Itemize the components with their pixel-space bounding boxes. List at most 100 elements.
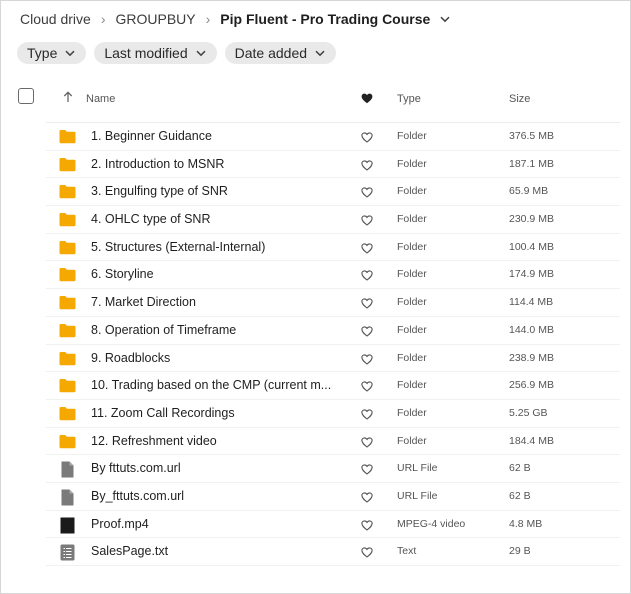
file-name[interactable]: 8. Operation of Timeframe [91,323,236,337]
file-size: 230.9 MB [509,213,554,226]
table-row[interactable]: SalesPage.txt Text 29 B [46,538,620,566]
file-name[interactable]: Proof.mp4 [91,517,149,531]
favorite-heart-icon[interactable] [361,268,373,286]
favorite-heart-icon[interactable] [361,296,373,314]
file-size: 174.9 MB [509,268,554,281]
filter-type-label: Type [27,45,58,61]
file-name[interactable]: By_fttuts.com.url [91,489,184,503]
favorite-heart-icon[interactable] [361,185,373,203]
file-size: 29 B [509,545,531,558]
table-row[interactable]: 6. Storyline Folder 174.9 MB [46,261,620,290]
file-name[interactable]: 5. Structures (External-Internal) [91,240,265,254]
file-type: Folder [397,296,427,309]
folder-icon [59,240,76,255]
table-row[interactable]: 7. Market Direction Folder 114.4 MB [46,289,620,317]
file-icon [59,461,76,478]
file-type: Folder [397,351,427,364]
file-name[interactable]: 4. OHLC type of SNR [91,212,211,226]
chevron-down-icon [65,50,75,56]
table-row[interactable]: 12. Refreshment video Folder 184.4 MB [46,428,620,456]
select-all-checkbox[interactable] [18,88,34,104]
favorite-heart-icon[interactable] [361,158,373,176]
file-type: Folder [397,213,427,226]
favorite-heart-icon[interactable] [361,435,373,453]
file-type: Folder [397,434,427,447]
table-row[interactable]: Proof.mp4 MPEG-4 video 4.8 MB [46,511,620,539]
folder-icon [59,378,76,393]
favorite-heart-icon[interactable] [361,324,373,342]
folder-icon [59,351,76,366]
favorite-heart-icon[interactable] [361,379,373,397]
file-size: 376.5 MB [509,130,554,142]
chevron-down-icon[interactable] [440,16,450,23]
favorite-heart-icon[interactable] [361,407,373,425]
file-name[interactable]: 3. Engulfing type of SNR [91,184,228,198]
file-size: 238.9 MB [509,351,554,364]
favorite-heart-icon[interactable] [361,213,373,231]
file-type: Folder [397,130,427,142]
table-row[interactable]: 1. Beginner Guidance Folder 376.5 MB [46,123,620,151]
folder-icon [59,212,76,227]
chevron-down-icon [196,50,206,56]
table-row[interactable]: 2. Introduction to MSNR Folder 187.1 MB [46,151,620,179]
file-name[interactable]: 10. Trading based on the CMP (current m.… [91,378,331,392]
favorite-heart-icon[interactable] [361,130,373,148]
file-name[interactable]: 7. Market Direction [91,295,196,309]
folder-icon [59,157,76,172]
filter-date-added-button[interactable]: Date added [224,42,337,64]
breadcrumb: Cloud drive › GROUPBUY › Pip Fluent - Pr… [20,10,450,28]
table-row[interactable]: 10. Trading based on the CMP (current m.… [46,372,620,400]
favorite-header-heart-icon[interactable] [361,91,373,109]
sort-arrow-up-icon[interactable] [63,90,73,108]
file-icon [59,489,76,506]
table-row[interactable]: 4. OHLC type of SNR Folder 230.9 MB [46,206,620,234]
file-name[interactable]: 1. Beginner Guidance [91,129,212,143]
file-type: Folder [397,268,427,281]
column-header-name[interactable]: Name [86,93,115,105]
breadcrumb-groupbuy[interactable]: GROUPBUY [116,11,196,27]
favorite-heart-icon[interactable] [361,241,373,259]
file-type: Folder [397,379,427,392]
breadcrumb-current-folder[interactable]: Pip Fluent - Pro Trading Course [220,11,430,27]
favorite-heart-icon[interactable] [361,490,373,508]
file-name[interactable]: 11. Zoom Call Recordings [91,406,235,420]
filter-type-button[interactable]: Type [17,42,87,64]
file-name[interactable]: 2. Introduction to MSNR [91,157,224,171]
file-type: Folder [397,323,427,336]
filter-last-modified-button[interactable]: Last modified [94,42,217,64]
file-type: URL File [397,489,438,502]
filter-date-added-label: Date added [234,45,308,61]
folder-icon [59,323,76,338]
favorite-heart-icon[interactable] [361,462,373,480]
favorite-heart-icon[interactable] [361,352,373,370]
filter-bar: Type Last modified Date added [17,42,337,64]
table-row[interactable]: 3. Engulfing type of SNR Folder 65.9 MB [46,178,620,207]
file-name[interactable]: By fttuts.com.url [91,461,181,475]
table-row[interactable]: 9. Roadblocks Folder 238.9 MB [46,345,620,373]
favorite-heart-icon[interactable] [361,545,373,563]
file-type: Folder [397,240,427,253]
filter-last-modified-label: Last modified [104,45,188,61]
text-file-icon [59,544,76,561]
breadcrumb-cloud-drive[interactable]: Cloud drive [20,11,91,27]
file-name[interactable]: 12. Refreshment video [91,434,217,448]
file-size: 5.25 GB [509,406,548,419]
folder-icon [59,406,76,421]
file-name[interactable]: SalesPage.txt [91,544,168,558]
breadcrumb-separator-icon: › [100,11,106,27]
table-row[interactable]: By_fttuts.com.url URL File 62 B [46,483,620,511]
folder-icon [59,434,76,449]
table-row[interactable]: 5. Structures (External-Internal) Folder 1… [46,234,620,262]
table-row[interactable]: By fttuts.com.url URL File 62 B [46,455,620,483]
file-size: 62 B [509,489,531,502]
file-name[interactable]: 9. Roadblocks [91,351,170,365]
file-name[interactable]: 6. Storyline [91,267,154,281]
chevron-down-icon [315,50,325,56]
table-row[interactable]: 8. Operation of Timeframe Folder 144.0 MB [46,317,620,345]
column-header-type[interactable]: Type [397,93,421,105]
column-header-size[interactable]: Size [509,93,530,105]
table-header: Name Type Size [0,86,620,112]
file-size: 100.4 MB [509,240,554,253]
favorite-heart-icon[interactable] [361,518,373,536]
table-row[interactable]: 11. Zoom Call Recordings Folder 5.25 GB [46,400,620,428]
